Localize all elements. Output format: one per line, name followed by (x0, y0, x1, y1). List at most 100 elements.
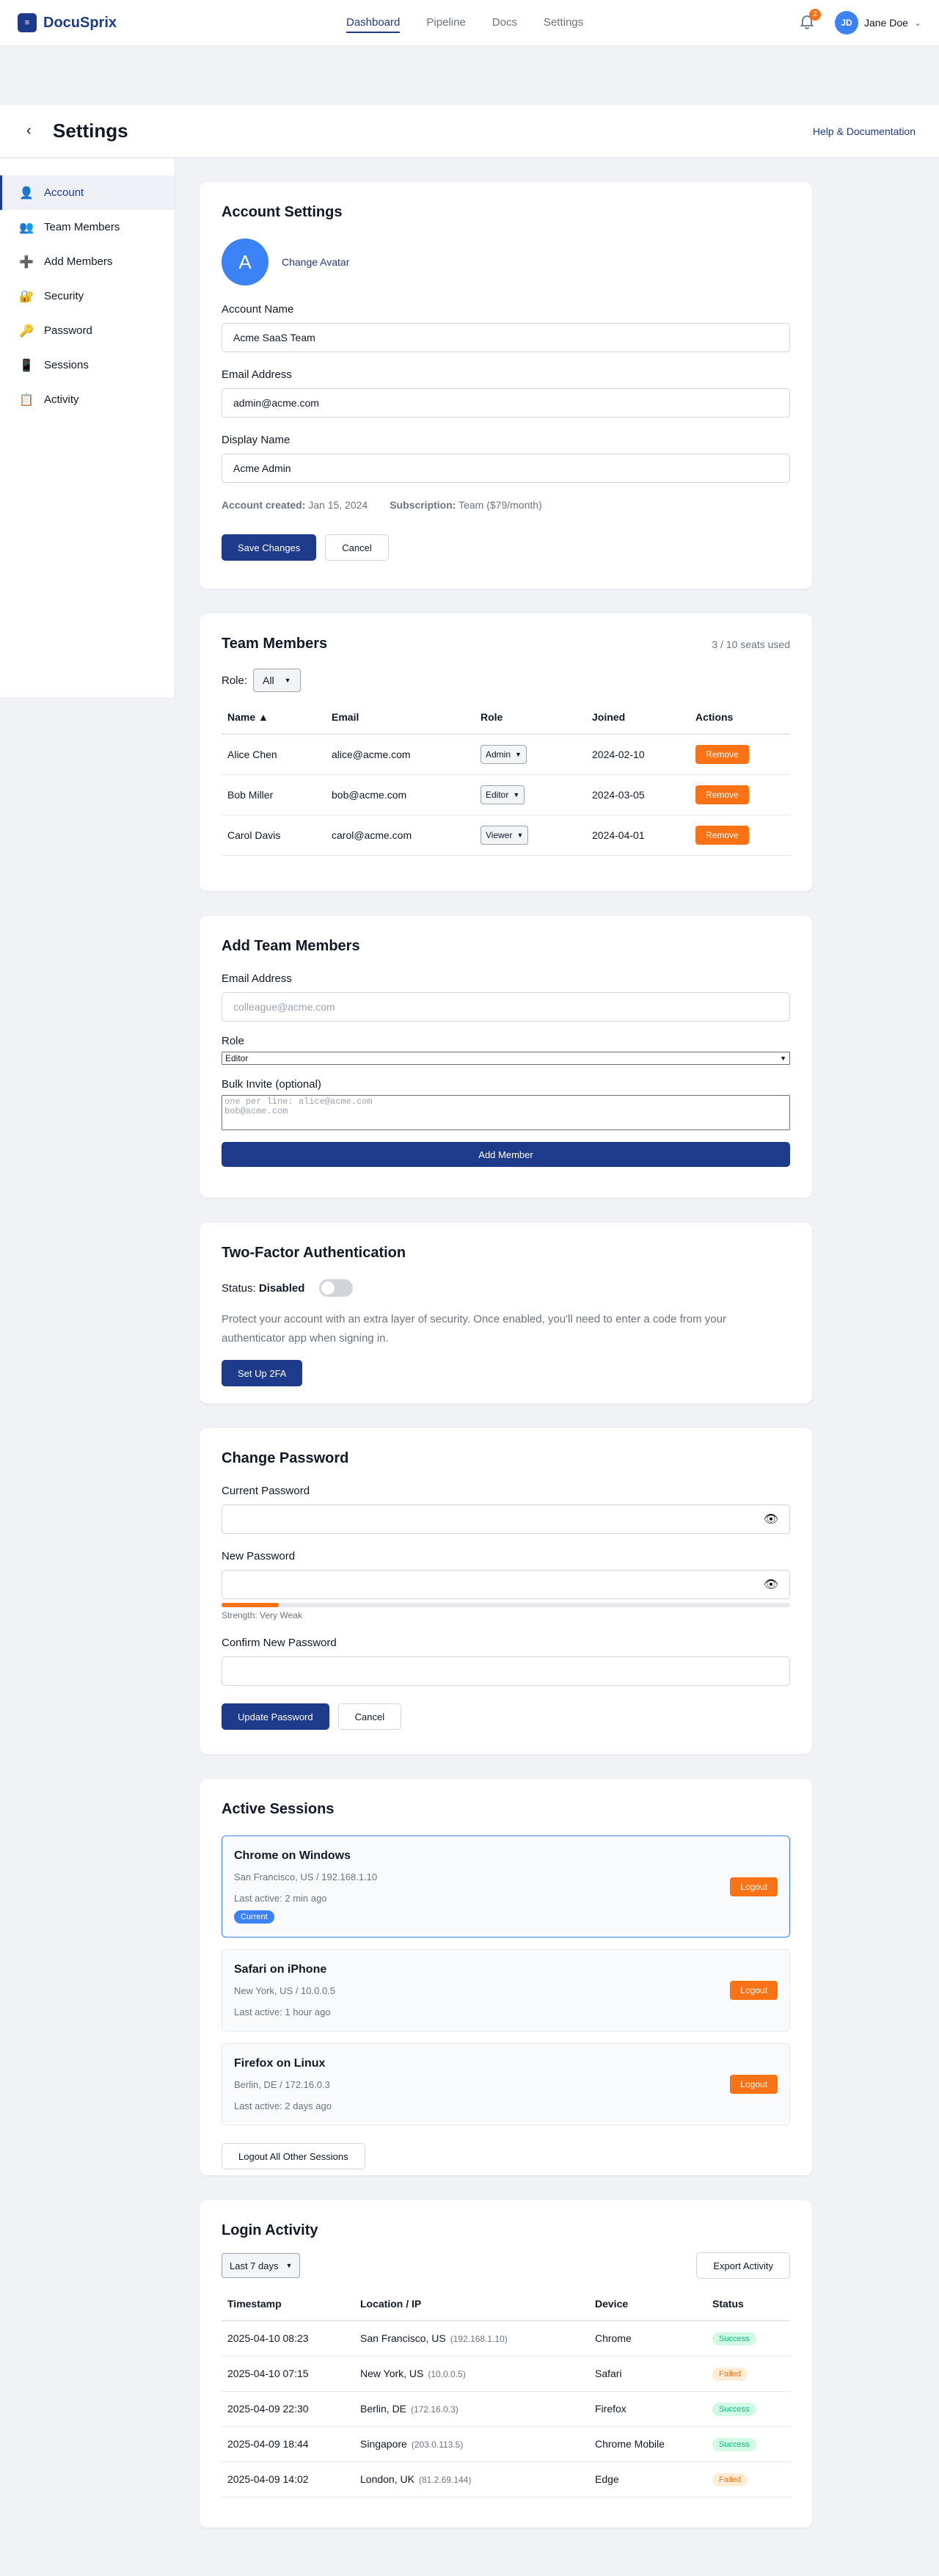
table-row: 2025-04-09 18:44 Singapore (203.0.113.5) Ch… (222, 2426, 790, 2462)
current-password-input[interactable]: 👁 (222, 1505, 790, 1534)
sidebar-item-sessions[interactable]: 📱 Sessions (0, 348, 175, 382)
activity-timestamp: 2025-04-09 22:30 (222, 2391, 354, 2427)
chevron-down-icon: ▼ (515, 750, 522, 758)
bulk-placeholder-line: bob@acme.com (224, 1106, 288, 1116)
invite-email-input[interactable]: colleague@acme.com (222, 992, 790, 1022)
member-role-value: Editor (486, 789, 509, 800)
sidebar-item-label: Account (44, 186, 84, 199)
new-password-input[interactable]: 👁 (222, 1570, 790, 1599)
eye-icon[interactable]: 👁 (764, 1577, 778, 1592)
confirm-password-input[interactable] (222, 1656, 790, 1686)
remove-member-button[interactable]: Remove (695, 785, 749, 804)
clipboard-icon: 📋 (19, 393, 34, 407)
seats-used: 3 / 10 seats used (712, 638, 790, 650)
account-name-label: Account Name (222, 303, 294, 316)
created-value: Jan 15, 2024 (308, 499, 368, 511)
status-badge: Success (712, 2437, 756, 2451)
nav-link-settings[interactable]: Settings (544, 16, 583, 33)
update-password-button[interactable]: Update Password (222, 1703, 329, 1730)
setup-2fa-button[interactable]: Set Up 2FA (222, 1360, 303, 1386)
member-role-select[interactable]: Admin ▼ (481, 744, 527, 764)
account-avatar: A (222, 239, 268, 285)
member-name: Carol Davis (222, 815, 326, 856)
remove-member-button[interactable]: Remove (695, 744, 749, 764)
section-title: Team Members (222, 636, 328, 652)
column-header-name[interactable]: Name ▲ (222, 701, 326, 735)
sidebar-item-security[interactable]: 🔐 Security (0, 279, 175, 313)
member-role-select[interactable]: Editor ▼ (481, 785, 525, 804)
logo[interactable]: ≡ DocuSprix (18, 13, 117, 32)
member-role-select[interactable]: Viewer ▼ (481, 825, 529, 845)
bulk-invite-textarea[interactable]: one per line: alice@acme.com bob@acme.co… (222, 1095, 790, 1130)
brand-name: DocuSprix (43, 14, 117, 31)
activity-table: Timestamp Location / IP Device Status 20… (222, 2288, 790, 2497)
logout-all-sessions-button[interactable]: Logout All Other Sessions (222, 2143, 365, 2169)
date-range-select[interactable]: Last 7 days ▼ (222, 2253, 301, 2278)
twofa-status-label: Status: (222, 1281, 256, 1295)
column-header-location: Location / IP (354, 2288, 589, 2321)
sidebar-item-account[interactable]: 👤 Account (0, 175, 175, 210)
chevron-down-icon: ▼ (284, 677, 291, 684)
account-name-input[interactable]: Acme SaaS Team (222, 323, 790, 352)
current-session-badge: Current (234, 1910, 274, 1924)
logout-session-button[interactable]: Logout (730, 1877, 778, 1896)
session-location: Berlin, DE / 172.16.0.3 (234, 2079, 330, 2090)
team-members-card: Team Members 3 / 10 seats used Role: All… (200, 614, 812, 891)
activity-timestamp: 2025-04-09 14:02 (222, 2462, 354, 2497)
member-email: bob@acme.com (326, 774, 475, 815)
column-header-actions: Actions (690, 701, 790, 735)
sidebar-item-label: Password (44, 324, 92, 337)
cancel-button[interactable]: Cancel (325, 534, 389, 561)
invite-role-select[interactable]: Editor ▼ (222, 1052, 790, 1065)
eye-icon[interactable]: 👁 (764, 1512, 778, 1527)
sidebar-item-team-members[interactable]: 👥 Team Members (0, 210, 175, 244)
activity-location: San Francisco, US (360, 2332, 446, 2345)
display-name-input[interactable]: Acme Admin (222, 454, 790, 483)
phone-icon: 📱 (19, 359, 34, 372)
user-icon: 👤 (19, 186, 34, 200)
back-arrow-icon[interactable]: ‹ (26, 123, 32, 139)
export-activity-button[interactable]: Export Activity (696, 2252, 790, 2279)
column-header-joined: Joined (586, 701, 690, 735)
column-header-role: Role (475, 701, 586, 735)
settings-sidebar: 👤 Account 👥 Team Members ➕ Add Members 🔐… (0, 159, 175, 697)
session-item: Safari on iPhone New York, US / 10.0.0.5… (222, 1949, 790, 2031)
activity-device: Safari (589, 2356, 706, 2392)
role-filter-label: Role: (222, 674, 248, 687)
two-factor-card: Two-Factor Authentication Status: Disabl… (200, 1223, 812, 1403)
nav-link-dashboard[interactable]: Dashboard (346, 16, 401, 33)
table-row: 2025-04-10 07:15 New York, US (10.0.0.5) Sa… (222, 2356, 790, 2392)
table-row: Carol Davis carol@acme.com Viewer ▼ 2024-… (222, 815, 790, 856)
sidebar-item-add-members[interactable]: ➕ Add Members (0, 244, 175, 279)
save-changes-button[interactable]: Save Changes (222, 534, 317, 561)
section-title: Add Team Members (222, 938, 360, 954)
chevron-down-icon: ⌄ (913, 18, 921, 28)
section-title: Account Settings (222, 204, 343, 220)
sidebar-item-password[interactable]: 🔑 Password (0, 313, 175, 348)
nav-link-pipeline[interactable]: Pipeline (426, 16, 465, 33)
activity-ip: (172.16.0.3) (411, 2404, 458, 2415)
sidebar-item-activity[interactable]: 📋 Activity (0, 382, 175, 417)
table-row: 2025-04-09 22:30 Berlin, DE (172.16.0.3) Fi… (222, 2391, 790, 2427)
user-name: Jane Doe (864, 17, 908, 29)
user-menu[interactable]: JD Jane Doe ⌄ (835, 11, 921, 34)
nav-link-docs[interactable]: Docs (492, 16, 517, 33)
logout-session-button[interactable]: Logout (730, 2075, 778, 2094)
table-row: Alice Chen alice@acme.com Admin ▼ 2024-02… (222, 734, 790, 775)
change-avatar-link[interactable]: Change Avatar (282, 256, 349, 268)
add-member-button[interactable]: Add Member (222, 1142, 790, 1167)
activity-device: Firefox (589, 2391, 706, 2427)
email-input[interactable]: admin@acme.com (222, 388, 790, 418)
activity-location: Singapore (360, 2438, 407, 2450)
session-item: Chrome on Windows San Francisco, US / 19… (222, 1835, 790, 1938)
session-last-active: Last active: 2 min ago (234, 1893, 327, 1904)
twofa-description: Protect your account with an extra layer… (222, 1313, 726, 1345)
role-filter-select[interactable]: All ▼ (253, 669, 301, 692)
activity-device: Chrome (589, 2321, 706, 2357)
logout-session-button[interactable]: Logout (730, 1981, 778, 2000)
invite-email-label: Email Address (222, 972, 292, 985)
cancel-button[interactable]: Cancel (337, 1703, 402, 1730)
help-documentation-link[interactable]: Help & Documentation (813, 125, 916, 137)
twofa-toggle[interactable] (319, 1279, 354, 1297)
remove-member-button[interactable]: Remove (695, 825, 749, 845)
